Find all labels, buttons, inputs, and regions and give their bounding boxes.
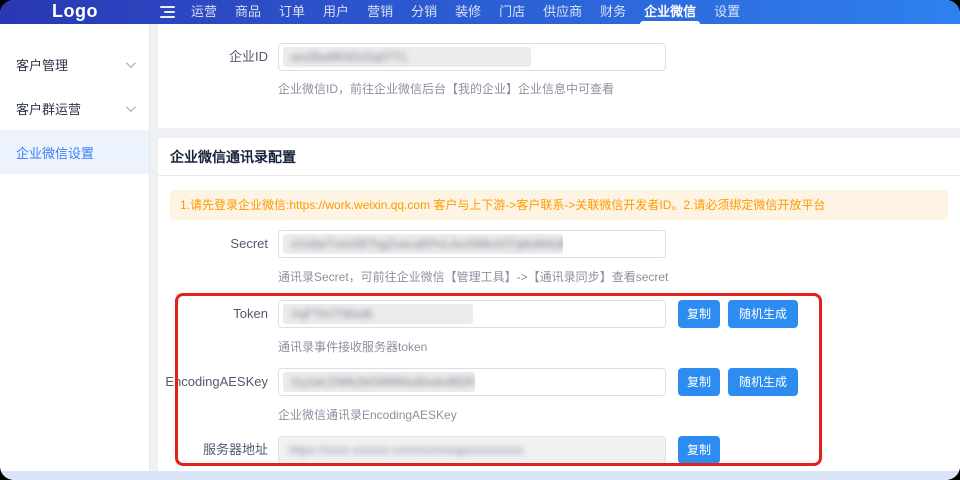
tab-wecom[interactable]: 企业微信 xyxy=(635,0,705,24)
redacted-value: wx2Ba4fK92cDq07T1 xyxy=(283,47,531,67)
tab-marketing[interactable]: 营销 xyxy=(358,0,402,24)
token-help: 通讯录事件接收服务器token xyxy=(278,338,427,355)
redacted-value: XqFTkVTWxd6 xyxy=(283,304,473,324)
redacted-value: https://xxxx.xxxxxx.com/xxx/xxxgxxxxxxxx… xyxy=(279,437,524,463)
top-nav-menu: 运营 商品 订单 用户 营销 分销 装修 门店 供应商 财务 企业微信 设置 xyxy=(152,0,749,24)
server-url-label: 服务器地址 xyxy=(158,436,268,464)
redacted-value: sVx8wTnmXB7hgZvwcaKPnLAuXWkvXITq9uMrkdN xyxy=(283,234,563,254)
server-url-copy-button[interactable]: 复制 xyxy=(678,436,720,464)
collapse-menu-icon[interactable] xyxy=(152,0,182,24)
encoding-aes-key-input[interactable]: t1y1wLDWk2bGW9Wsd5xdvdBDFuzT6nuBuD3Xpg xyxy=(278,368,666,396)
app-window: Logo 运营 商品 订单 用户 营销 分销 装修 门店 供应商 财务 企业微信… xyxy=(0,0,960,480)
bottom-band xyxy=(0,471,960,480)
section-title: 企业微信通讯录配置 xyxy=(158,138,960,176)
tab-distribution[interactable]: 分销 xyxy=(402,0,446,24)
sidebar-item-label: 客户群运营 xyxy=(16,99,81,118)
tab-orders[interactable]: 订单 xyxy=(270,0,314,24)
corp-id-label: 企业ID xyxy=(158,43,268,71)
redacted-value: t1y1wLDWk2bGW9Wsd5xdvdBDFuzT6nuBuD3Xpg xyxy=(283,372,475,392)
encoding-aes-key-copy-button[interactable]: 复制 xyxy=(678,368,720,396)
server-url-input: https://xxxx.xxxxxx.com/xxx/xxxgxxxxxxxx… xyxy=(278,436,666,464)
token-input[interactable]: XqFTkVTWxd6 xyxy=(278,300,666,328)
logo: Logo xyxy=(0,0,150,24)
encoding-aes-key-label: EncodingAESKey xyxy=(158,368,268,396)
tab-goods[interactable]: 商品 xyxy=(226,0,270,24)
sidebar: 客户管理 客户群运营 企业微信设置 xyxy=(0,24,150,471)
tab-settings[interactable]: 设置 xyxy=(705,0,749,24)
tab-stores[interactable]: 门店 xyxy=(490,0,534,24)
secret-help: 通讯录Secret，可前往企业微信【管理工具】->【通讯录同步】查看secret xyxy=(278,268,668,285)
corp-id-help: 企业微信ID，前往企业微信后台【我的企业】企业信息中可查看 xyxy=(278,80,614,97)
secret-label: Secret xyxy=(158,230,268,258)
chevron-down-icon xyxy=(126,58,136,68)
token-label: Token xyxy=(158,300,268,328)
top-nav-bar: Logo 运营 商品 订单 用户 营销 分销 装修 门店 供应商 财务 企业微信… xyxy=(0,0,960,24)
token-copy-button[interactable]: 复制 xyxy=(678,300,720,328)
sidebar-item-customer-management[interactable]: 客户管理 xyxy=(0,42,149,86)
tab-decoration[interactable]: 装修 xyxy=(446,0,490,24)
token-random-button[interactable]: 随机生成 xyxy=(728,300,798,328)
sidebar-item-label: 客户管理 xyxy=(16,55,68,74)
encoding-aes-key-random-button[interactable]: 随机生成 xyxy=(728,368,798,396)
encoding-aes-key-help: 企业微信通讯录EncodingAESKey xyxy=(278,406,457,423)
main-content: 企业ID wx2Ba4fK92cDq07T1 企业微信ID，前往企业微信后台【我… xyxy=(158,24,960,471)
chevron-down-icon xyxy=(126,102,136,112)
secret-input[interactable]: sVx8wTnmXB7hgZvwcaKPnLAuXWkvXITq9uMrkdN xyxy=(278,230,666,258)
corp-id-input[interactable]: wx2Ba4fK92cDq07T1 xyxy=(278,43,666,71)
notice-banner: 1.请先登录企业微信:https://work.weixin.qq.com 客户… xyxy=(170,190,948,220)
tab-finance[interactable]: 财务 xyxy=(591,0,635,24)
tab-operation[interactable]: 运营 xyxy=(182,0,226,24)
corp-info-section xyxy=(158,24,960,128)
tab-users[interactable]: 用户 xyxy=(314,0,358,24)
sidebar-item-label: 企业微信设置 xyxy=(16,143,94,162)
tab-suppliers[interactable]: 供应商 xyxy=(534,0,591,24)
sidebar-item-customer-group-operation[interactable]: 客户群运营 xyxy=(0,86,149,130)
sidebar-item-wecom-settings[interactable]: 企业微信设置 xyxy=(0,130,149,174)
